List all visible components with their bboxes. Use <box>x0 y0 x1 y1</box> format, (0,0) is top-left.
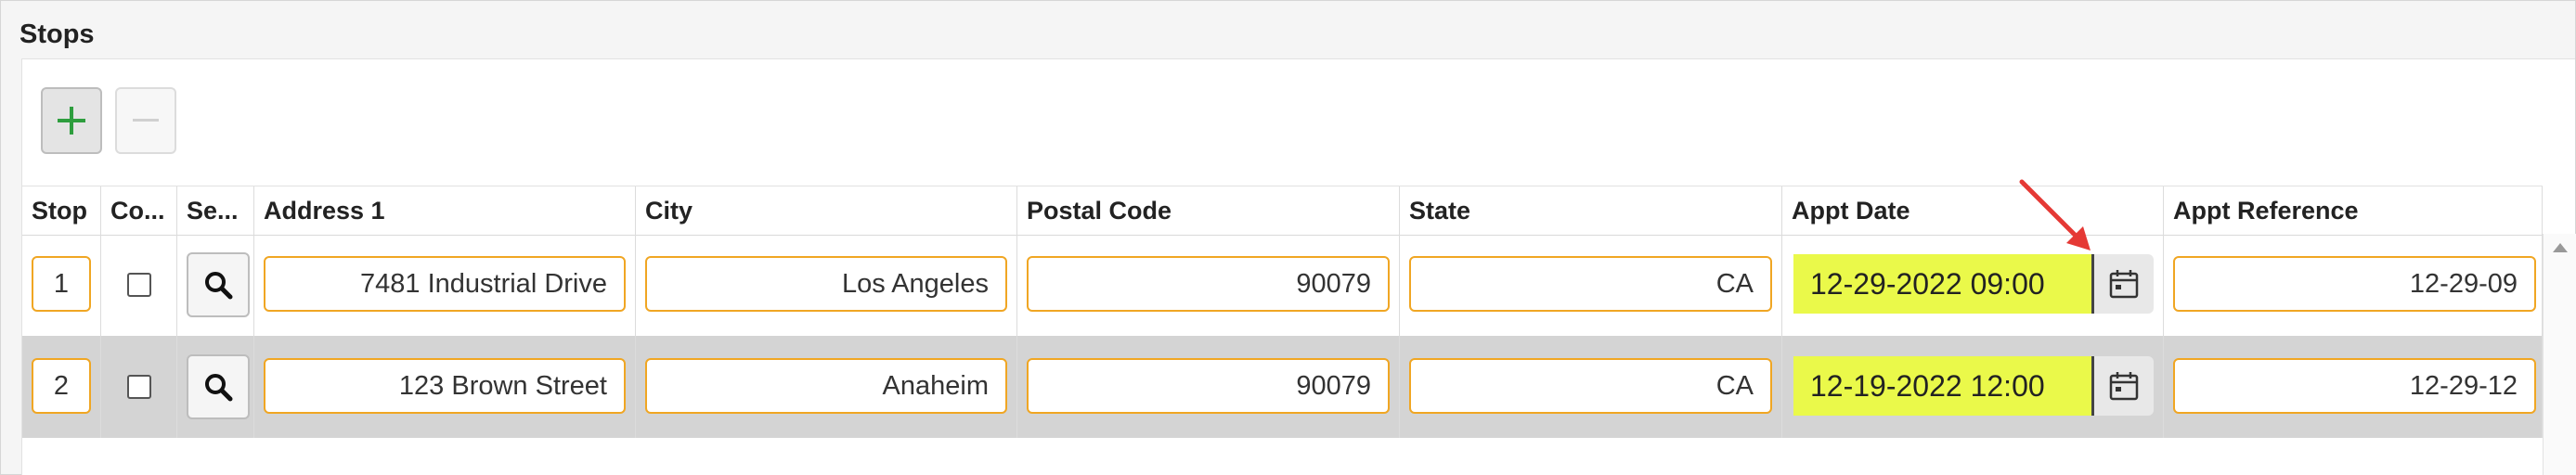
city-field[interactable]: Anaheim <box>645 358 1007 414</box>
calendar-icon <box>2109 372 2139 401</box>
postal-code-field[interactable]: 90079 <box>1027 256 1390 312</box>
column-header-se[interactable]: Se... <box>177 186 254 235</box>
column-header-postal-code[interactable]: Postal Code <box>1017 186 1400 235</box>
search-icon <box>205 272 233 300</box>
state-field[interactable]: CA <box>1409 256 1772 312</box>
postal-code-field[interactable]: 90079 <box>1027 358 1390 414</box>
search-cell <box>177 234 254 336</box>
address1-cell: 123 Brown Street <box>254 336 636 438</box>
grid-header: Stop Co... Se... Address 1 City Postal C… <box>22 186 2543 236</box>
calendar-button[interactable] <box>2094 356 2154 416</box>
column-header-stop[interactable]: Stop <box>22 186 101 235</box>
appt-reference-cell: 12-29-12 <box>2164 336 2543 438</box>
vertical-scrollbar[interactable] <box>2543 234 2576 475</box>
completed-cell <box>101 234 177 336</box>
postal-code-cell: 90079 <box>1017 336 1400 438</box>
column-header-state[interactable]: State <box>1400 186 1782 235</box>
completed-checkbox[interactable] <box>127 273 151 297</box>
state-cell: CA <box>1400 234 1782 336</box>
appt-date-cell: 12-19-2022 12:00 <box>1782 336 2164 438</box>
appt-reference-field[interactable]: 12-29-09 <box>2173 256 2536 312</box>
add-stop-button[interactable] <box>41 87 102 154</box>
completed-checkbox[interactable] <box>127 375 151 399</box>
column-header-co[interactable]: Co... <box>101 186 177 235</box>
section-title: Stops <box>19 19 95 49</box>
annotation-arrow-icon <box>2019 179 2091 250</box>
plus-icon <box>58 107 85 135</box>
calendar-button[interactable] <box>2094 254 2154 314</box>
city-cell: Anaheim <box>636 336 1017 438</box>
minus-icon <box>133 119 159 122</box>
city-field[interactable]: Los Angeles <box>645 256 1007 312</box>
column-header-appt-date[interactable]: Appt Date <box>1782 186 2164 235</box>
column-header-city[interactable]: City <box>636 186 1017 235</box>
search-button[interactable] <box>187 252 250 317</box>
table-row[interactable]: 2 123 Brown Street Anaheim 90079 CA 12-1… <box>22 336 2543 438</box>
stop-number-field[interactable]: 2 <box>32 358 91 414</box>
calendar-icon <box>2109 270 2139 299</box>
remove-stop-button[interactable] <box>115 87 176 154</box>
stop-cell: 2 <box>22 336 101 438</box>
completed-cell <box>101 336 177 438</box>
stop-cell: 1 <box>22 234 101 336</box>
address1-field[interactable]: 123 Brown Street <box>264 358 626 414</box>
table-row[interactable]: 1 7481 Industrial Drive Los Angeles 9007… <box>22 234 2543 336</box>
postal-code-cell: 90079 <box>1017 234 1400 336</box>
state-field[interactable]: CA <box>1409 358 1772 414</box>
search-button[interactable] <box>187 354 250 419</box>
column-header-address1[interactable]: Address 1 <box>254 186 636 235</box>
stop-number-field[interactable]: 1 <box>32 256 91 312</box>
appt-date-field[interactable]: 12-29-2022 09:00 <box>1793 254 2094 314</box>
city-cell: Los Angeles <box>636 234 1017 336</box>
scroll-up-arrow-icon[interactable] <box>2553 243 2568 252</box>
address1-cell: 7481 Industrial Drive <box>254 234 636 336</box>
column-header-appt-reference[interactable]: Appt Reference <box>2164 186 2543 235</box>
search-cell <box>177 336 254 438</box>
appt-reference-field[interactable]: 12-29-12 <box>2173 358 2536 414</box>
address1-field[interactable]: 7481 Industrial Drive <box>264 256 626 312</box>
stops-panel: Stop Co... Se... Address 1 City Postal C… <box>21 58 2576 475</box>
appt-date-cell: 12-29-2022 09:00 <box>1782 234 2164 336</box>
search-icon <box>205 374 233 402</box>
state-cell: CA <box>1400 336 1782 438</box>
stops-section: Stops Stop Co... Se... Address 1 City Po… <box>0 0 2576 475</box>
appt-reference-cell: 12-29-09 <box>2164 234 2543 336</box>
appt-date-field[interactable]: 12-19-2022 12:00 <box>1793 356 2094 416</box>
